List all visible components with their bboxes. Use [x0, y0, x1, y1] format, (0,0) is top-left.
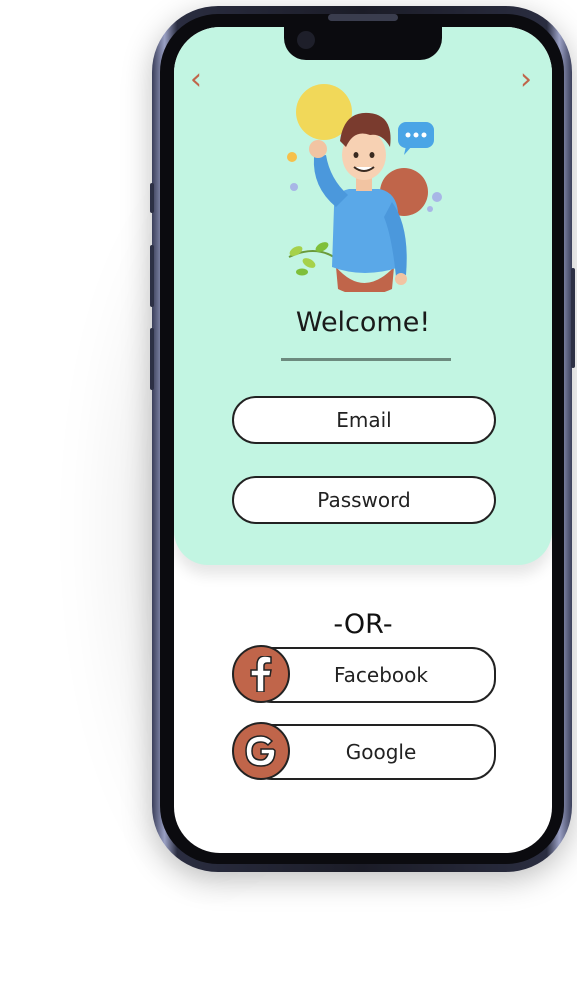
- google-login-button[interactable]: Google: [232, 722, 496, 780]
- facebook-login-button[interactable]: Facebook: [232, 645, 496, 703]
- volume-down-button: [150, 328, 154, 390]
- waving-person-illustration: [287, 84, 442, 292]
- welcome-title: Welcome!: [295, 307, 431, 338]
- back-chevron-icon[interactable]: ‹: [190, 65, 202, 95]
- password-field[interactable]: Password: [232, 476, 496, 524]
- google-icon: [232, 722, 290, 780]
- or-divider: -OR-: [333, 609, 393, 640]
- app-screen: ‹ › Welcome! Email Password -OR- Faceboo…: [174, 27, 552, 853]
- front-camera: [297, 31, 315, 49]
- facebook-icon: [232, 645, 290, 703]
- forward-chevron-icon[interactable]: ›: [520, 65, 532, 95]
- welcome-underline: [281, 358, 451, 361]
- volume-up-button: [150, 245, 154, 307]
- login-card: ‹ › Welcome! Email Password: [174, 27, 552, 565]
- phone-speaker: [328, 14, 398, 21]
- power-button: [571, 268, 575, 368]
- email-field[interactable]: Email: [232, 396, 496, 444]
- mute-switch: [150, 183, 154, 213]
